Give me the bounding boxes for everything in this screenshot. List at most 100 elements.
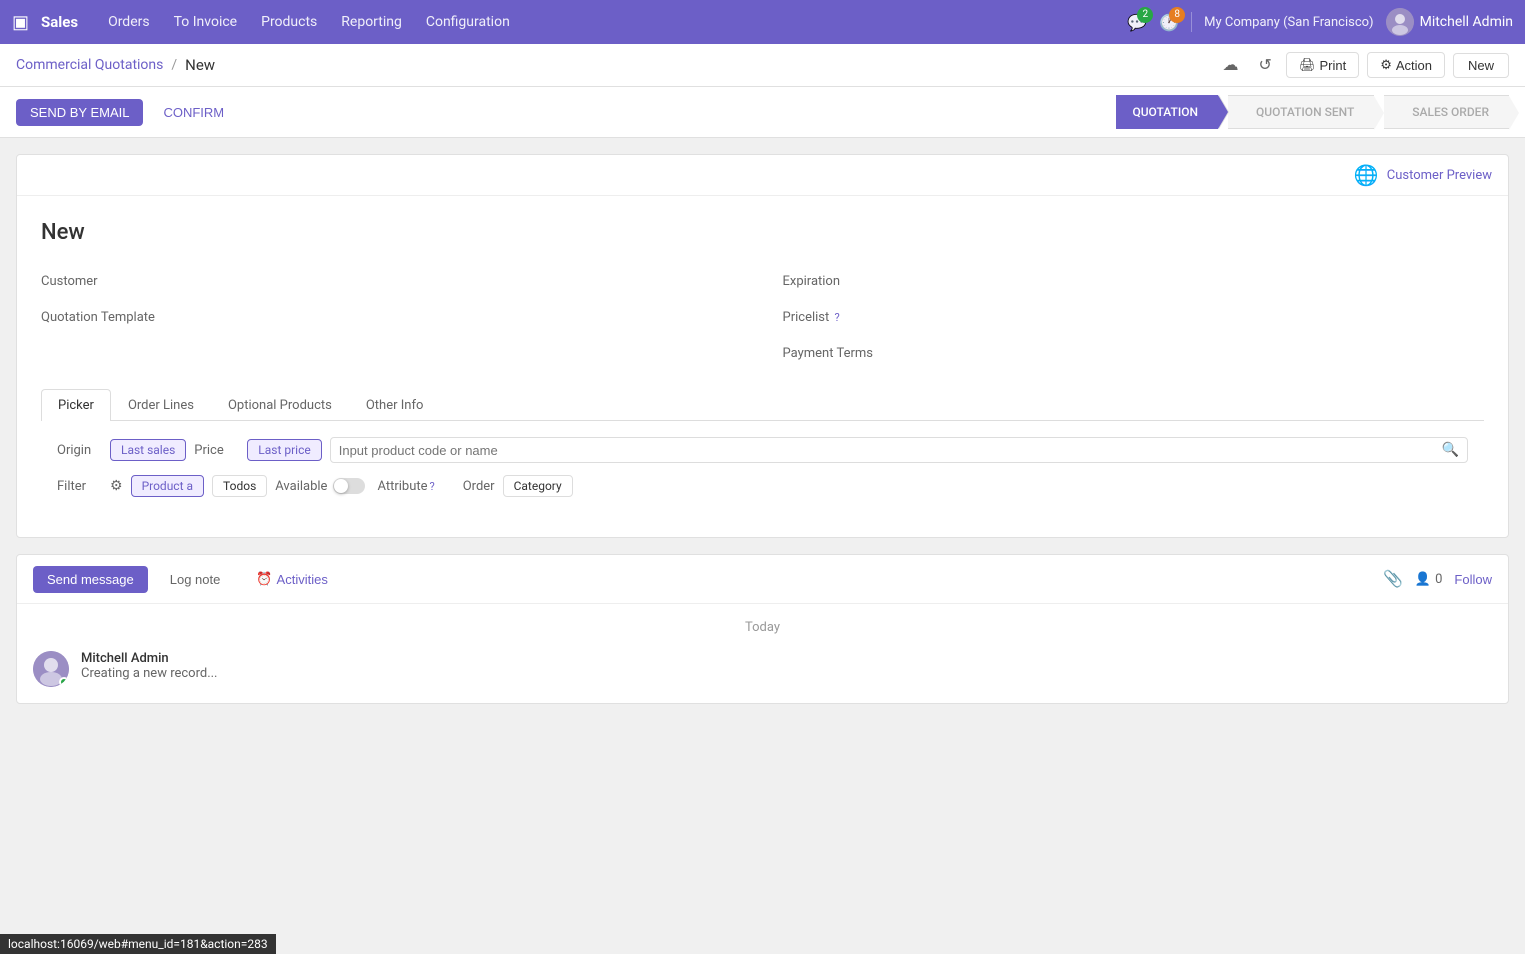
quotation-template-input[interactable] [183,305,743,329]
breadcrumb-actions: ☁ ↺ 🖨 Print ⚙ Action New [1217,52,1509,78]
top-navigation: ▣ Sales Orders To Invoice Products Repor… [0,0,1525,44]
nav-divider [1191,12,1192,32]
person-icon: 👤 [1415,572,1431,587]
customer-preview-label: Customer Preview [1387,168,1492,183]
breadcrumb-bar: Commercial Quotations / New ☁ ↺ 🖨 Print … [0,44,1525,87]
send-message-button[interactable]: Send message [33,566,148,593]
cloud-save-button[interactable]: ☁ [1217,53,1245,77]
payment-terms-input[interactable] [925,341,1485,365]
pricelist-field: Pricelist ? [783,305,1485,329]
customer-input[interactable] [183,269,743,293]
timeline-author: Mitchell Admin [81,651,1492,666]
price-label: Price [194,443,239,458]
available-label: Available [275,479,327,494]
attribute-label: Attribute [377,479,427,494]
pricelist-input[interactable] [925,305,1485,329]
last-sales-chip[interactable]: Last sales [110,439,186,461]
customer-preview-bar: 🌐 Customer Preview [17,155,1508,196]
confirm-button[interactable]: CONFIRM [153,99,234,126]
expiration-label: Expiration [783,274,913,289]
clock-badge: 8 [1169,7,1185,23]
status-quotation[interactable]: QUOTATION [1116,95,1218,129]
filter-row: Filter ⚙ Product a Todos Available Attri… [57,475,1468,497]
clock-icon-btn[interactable]: 🕐 8 [1159,13,1179,32]
breadcrumb-link[interactable]: Commercial Quotations [16,57,163,73]
refresh-button[interactable]: ↺ [1253,53,1278,77]
log-note-button[interactable]: Log note [156,566,235,593]
messages-badge: 2 [1137,7,1153,23]
action-button[interactable]: ⚙ Action [1367,52,1445,78]
tab-picker[interactable]: Picker [41,389,111,421]
form-body: New Customer Expiration Quotation Templa… [17,196,1508,537]
message-toolbar: Send message Log note ⏰ Activities 📎 👤 0… [17,555,1508,604]
timeline-date: Today [33,620,1492,635]
customer-label: Customer [41,274,171,289]
app-name[interactable]: Sales [41,13,78,31]
customer-preview-button[interactable]: 🌐 Customer Preview [1354,163,1492,187]
status-bar: SEND BY EMAIL CONFIRM QUOTATION QUOTATIO… [0,87,1525,138]
todos-chip[interactable]: Todos [212,475,267,497]
message-section: Send message Log note ⏰ Activities 📎 👤 0… [16,554,1509,704]
activities-button[interactable]: ⏰ Activities [242,565,341,593]
print-button[interactable]: 🖨 Print [1286,52,1359,78]
tab-order-lines[interactable]: Order Lines [111,389,211,421]
action-label: Action [1396,58,1432,73]
form-title: New [41,220,1484,245]
send-by-email-button[interactable]: SEND BY EMAIL [16,99,143,126]
user-avatar [1386,8,1414,36]
timeline-avatar [33,651,69,687]
nav-products[interactable]: Products [251,10,327,34]
print-label: Print [1319,58,1346,73]
nav-to-invoice[interactable]: To Invoice [164,10,248,34]
payment-terms-label: Payment Terms [783,346,913,361]
gear-action-icon: ⚙ [1380,57,1392,73]
toggle-knob [334,479,348,493]
product-search-area: 🔍 [330,437,1468,463]
expiration-input[interactable] [925,269,1485,293]
main-content: 🌐 Customer Preview New Customer Expirati… [0,138,1525,720]
follow-button[interactable]: Follow [1454,572,1492,587]
status-sales-order[interactable]: SALES ORDER [1384,95,1509,129]
form-tabs: Picker Order Lines Optional Products Oth… [41,389,1484,421]
form-fields: Customer Expiration Quotation Template P… [41,269,1484,365]
attribute-help-icon[interactable]: ? [430,480,435,493]
filter-label: Filter [57,479,102,494]
nav-orders[interactable]: Orders [98,10,160,34]
tab-other-info[interactable]: Other Info [349,389,441,421]
origin-row: Origin Last sales Price Last price 🔍 [57,437,1468,463]
product-search-input[interactable] [339,443,1442,458]
breadcrumb-separator: / [171,57,177,73]
apps-icon[interactable]: ▣ [12,12,29,33]
status-steps: QUOTATION QUOTATION SENT SALES ORDER [1116,95,1509,129]
last-price-chip[interactable]: Last price [247,439,321,461]
nav-reporting[interactable]: Reporting [331,10,412,34]
globe-icon: 🌐 [1354,163,1379,187]
online-indicator [59,677,69,687]
payment-terms-field: Payment Terms [783,341,1485,365]
attribute-filter: Attribute ? [377,479,434,494]
available-toggle-switch[interactable] [333,478,365,494]
company-name[interactable]: My Company (San Francisco) [1204,15,1373,30]
messages-icon-btn[interactable]: 💬 2 [1127,13,1147,32]
available-toggle: Available [275,478,365,494]
new-record-button[interactable]: New [1453,53,1509,78]
timeline-content: Mitchell Admin Creating a new record... [81,651,1492,681]
form-card: 🌐 Customer Preview New Customer Expirati… [16,154,1509,538]
status-quotation-sent[interactable]: QUOTATION SENT [1228,95,1374,129]
category-chip[interactable]: Category [503,475,573,497]
followers-count: 👤 0 [1415,572,1443,587]
order-section: Order Category [463,475,573,497]
expiration-field: Expiration [783,269,1485,293]
user-info[interactable]: Mitchell Admin [1386,8,1513,36]
customer-field: Customer [41,269,743,293]
tab-optional-products[interactable]: Optional Products [211,389,349,421]
timeline-text: Creating a new record... [81,666,1492,681]
filter-gear-icon[interactable]: ⚙ [110,478,123,494]
pricelist-help-icon[interactable]: ? [835,311,840,324]
attachment-button[interactable]: 📎 [1383,569,1403,589]
quotation-template-field: Quotation Template [41,305,743,329]
product-a-chip[interactable]: Product a [131,475,204,497]
origin-label: Origin [57,443,102,458]
nav-items: Orders To Invoice Products Reporting Con… [98,10,1127,34]
nav-configuration[interactable]: Configuration [416,10,520,34]
